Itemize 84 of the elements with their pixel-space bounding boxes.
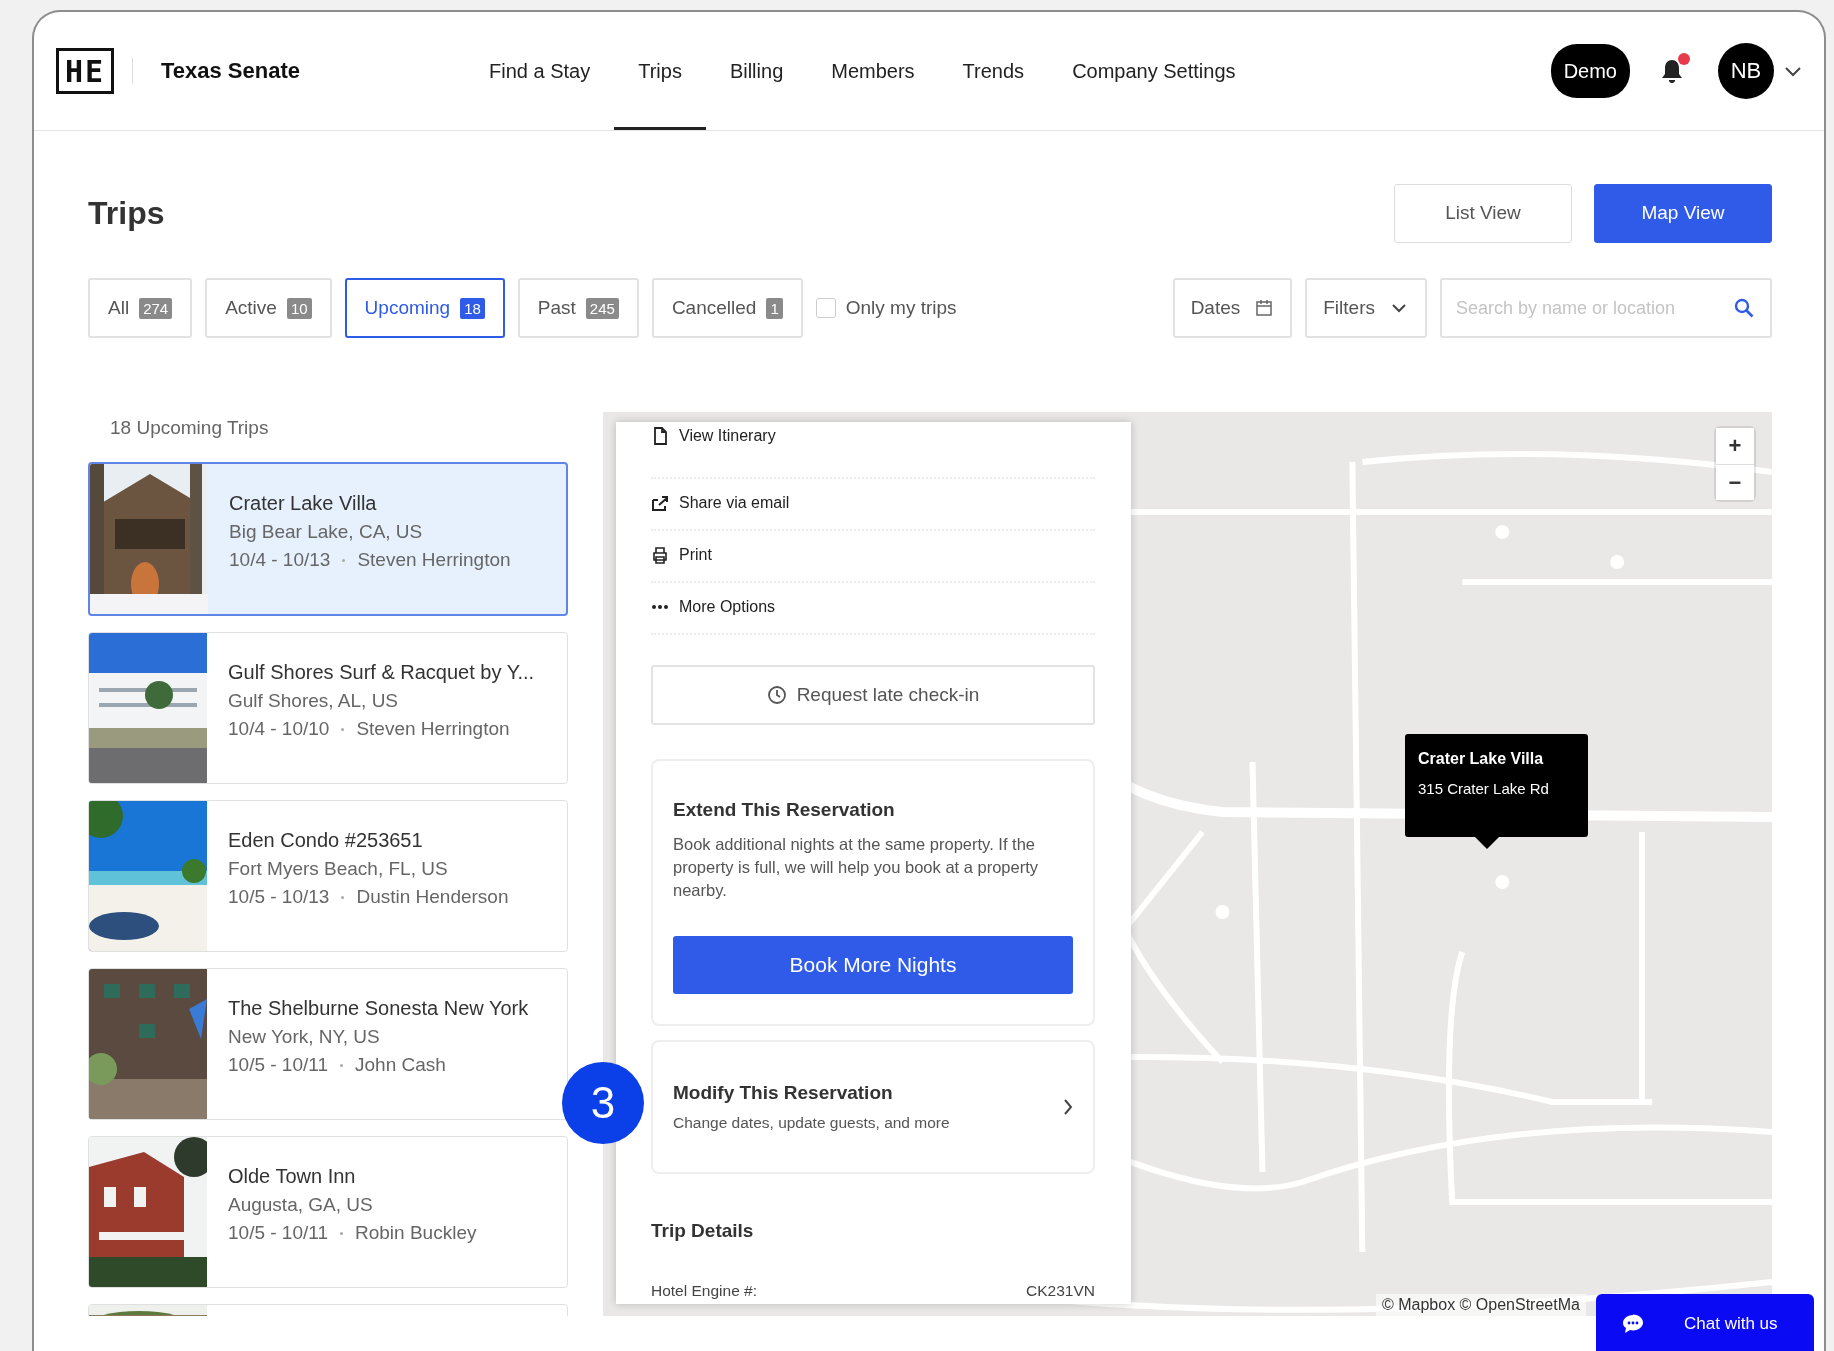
nav-tab[interactable]: Company Settings: [1048, 12, 1260, 130]
count-badge: 18: [460, 297, 485, 319]
chat-button[interactable]: Chat with us: [1596, 1294, 1814, 1351]
guest-name: Robin Buckley: [355, 1222, 477, 1244]
trip-location: Augusta, GA, US: [228, 1194, 374, 1216]
trip-dates: 10/5 - 10/11: [228, 1222, 328, 1244]
filter-tab[interactable]: All 274: [88, 278, 193, 338]
filter-tab[interactable]: Past 245: [517, 278, 639, 338]
nav-tab[interactable]: Billing: [705, 12, 808, 130]
user-avatar[interactable]: NB: [1718, 43, 1774, 99]
detail-label: Hotel Engine #:: [651, 1282, 757, 1300]
page-title: Trips: [88, 194, 165, 232]
nav-tab[interactable]: Find a Stay: [465, 12, 615, 130]
card-title: Modify This Reservation: [673, 1082, 894, 1104]
trip-name: The Shelburne Sonesta New York: [228, 997, 529, 1020]
card-description: Book additional nights at the same property. If the property is full, we will help you book at a property nearby.: [673, 834, 1039, 901]
trip-location: Big Bear Lake, CA, US: [229, 521, 424, 543]
trip-card[interactable]: Gulf Shores Surf & Racquet by Y... Gulf Shores, AL, US 10/4 - 10/10 Steven Herrington: [88, 632, 568, 784]
guest-name: Steven Herrington: [357, 549, 511, 571]
late-checkin-button[interactable]: Request late check-in: [651, 665, 1095, 725]
trip-dates: 10/5 - 10/11: [228, 1054, 328, 1076]
menu-item[interactable]: Print: [651, 529, 1095, 583]
view-toggle[interactable]: Map View: [1594, 183, 1772, 243]
chat-icon: [1622, 1314, 1644, 1334]
trip-dates: 10/4 - 10/10: [228, 718, 330, 740]
trip-dates: 10/4 - 10/13: [229, 549, 331, 571]
guest-name: John Cash: [355, 1054, 446, 1076]
logo[interactable]: HE: [56, 48, 114, 94]
card-title: Extend This Reservation: [673, 799, 896, 821]
trip-dates: 10/5 - 10/13: [228, 886, 330, 908]
share-icon: [651, 494, 669, 512]
chevron-right-icon: [1063, 1098, 1073, 1116]
trip-name: Crater Lake Villa: [229, 492, 378, 515]
nav-tab[interactable]: Trends: [938, 12, 1049, 130]
clock-icon: [766, 685, 787, 705]
nav-tab[interactable]: Trips: [614, 12, 706, 130]
count-badge: 245: [585, 297, 619, 319]
trip-card[interactable]: Crater Lake Villa Big Bear Lake, CA, US 10/4 - 10/13 Steven Herrington: [88, 462, 568, 616]
menu-item[interactable]: More Options: [651, 581, 1095, 635]
trip-card[interactable]: The Shelburne Sonesta New York New York, NY, US 10/5 - 10/11 John Cash: [88, 968, 568, 1120]
tooltip-address: 315 Crater Lake Rd: [1418, 780, 1550, 797]
search-field[interactable]: Search by name or location: [1440, 278, 1772, 338]
trip-name: Gulf Shores Surf & Racquet by Y...: [228, 661, 535, 684]
document-icon: [651, 427, 669, 445]
section-title: Trip Details: [651, 1220, 755, 1242]
detail-value: CK231VN: [1026, 1282, 1095, 1300]
trip-location: Gulf Shores, AL, US: [228, 690, 400, 712]
count-badge: 274: [139, 297, 173, 319]
count-badge: 10: [286, 297, 312, 319]
dates-button[interactable]: Dates: [1172, 278, 1293, 338]
book-more-nights-button[interactable]: Book More Nights: [673, 936, 1073, 994]
trip-name: Eden Condo #253651: [228, 829, 424, 852]
view-toggle[interactable]: List View: [1394, 183, 1572, 243]
tooltip-title: Crater Lake Villa: [1418, 750, 1545, 768]
bell-icon[interactable]: [1660, 58, 1684, 84]
guest-name: Dustin Henderson: [356, 886, 509, 908]
more-icon: [651, 603, 669, 611]
checkbox-label: Only my trips: [845, 297, 957, 319]
map-attribution: © Mapbox © OpenStreetMa: [1376, 1294, 1586, 1316]
organization-name: Texas Senate: [161, 58, 300, 84]
filter-tab[interactable]: Cancelled 1: [651, 278, 803, 338]
trip-card[interactable]: Olde Town Inn Augusta, GA, US 10/5 - 10/11 Robin Buckley: [88, 1136, 568, 1288]
menu-item[interactable]: View Itinerary: [651, 427, 1095, 479]
menu-item[interactable]: Share via email: [651, 477, 1095, 531]
trip-location: New York, NY, US: [228, 1026, 381, 1048]
card-description: Change dates, update guests, and more: [673, 1114, 951, 1132]
trip-card[interactable]: Eden Condo #253651 Fort Myers Beach, FL, US 10/5 - 10/13 Dustin Henderson: [88, 800, 568, 952]
modify-card[interactable]: Modify This Reservation Change dates, update guests, and more: [651, 1040, 1095, 1174]
trip-count: 18 Upcoming Trips: [109, 416, 270, 440]
demo-badge[interactable]: Demo: [1550, 44, 1630, 98]
chevron-down-icon[interactable]: [1784, 65, 1802, 77]
filter-tab[interactable]: Active 10: [205, 278, 332, 338]
checkbox[interactable]: [815, 298, 836, 318]
search-icon[interactable]: [1734, 298, 1754, 318]
trip-location: Fort Myers Beach, FL, US: [228, 858, 449, 880]
filter-tab[interactable]: Upcoming 18: [344, 278, 505, 338]
trip-name: Olde Town Inn: [228, 1165, 357, 1188]
printer-icon: [651, 546, 669, 564]
guest-name: Steven Herrington: [356, 718, 510, 740]
count-badge: 1: [766, 297, 783, 319]
calendar-icon: [1254, 298, 1275, 318]
filters-dropdown[interactable]: Filters: [1305, 278, 1427, 338]
nav-tab[interactable]: Members: [807, 12, 939, 130]
zoom-button[interactable]: −: [1716, 464, 1754, 500]
